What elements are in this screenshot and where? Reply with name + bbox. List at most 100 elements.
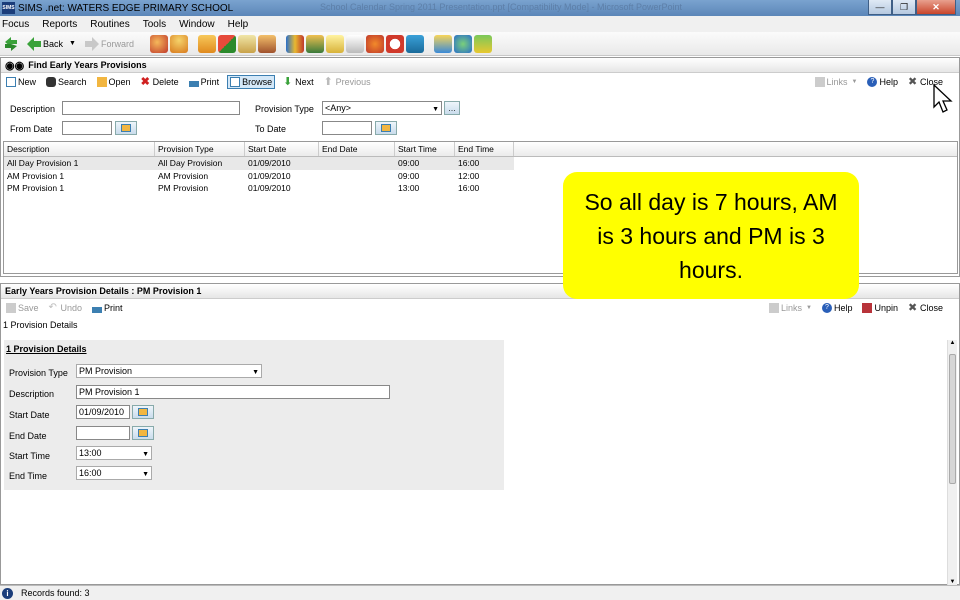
next-button[interactable]: ⬇ Next: [281, 76, 316, 88]
column-header-end-time[interactable]: End Time: [455, 142, 514, 156]
column-header-end-date[interactable]: End Date: [319, 142, 395, 156]
note-edit-icon[interactable]: [345, 34, 364, 53]
forward-button[interactable]: Forward: [84, 36, 134, 52]
details-print-button[interactable]: Print: [90, 302, 125, 314]
details-scrollbar[interactable]: ▲ ▼: [947, 340, 957, 585]
start-date-calendar-button[interactable]: [132, 405, 154, 419]
provision-details-nav-link[interactable]: 1 Provision Details: [3, 320, 78, 330]
unpin-label: Unpin: [874, 303, 898, 313]
start-time-label: Start Time: [9, 451, 51, 461]
window-close-button[interactable]: ✕: [916, 0, 956, 15]
to-date-calendar-button[interactable]: [375, 121, 397, 135]
end-time-label: End Time: [9, 471, 48, 481]
from-date-calendar-button[interactable]: [115, 121, 137, 135]
provision-type-label: Provision Type: [9, 368, 68, 378]
mouse-cursor-icon: [933, 83, 953, 113]
find-command-bar: New Search Open ✖ Delete Print Browse ⬇ Ne…: [1, 73, 959, 91]
column-header-description[interactable]: Description: [4, 142, 155, 156]
provision-type-select[interactable]: PM Provision ▼: [76, 364, 262, 378]
chart-book-icon[interactable]: [305, 34, 324, 53]
search-button[interactable]: Search: [44, 76, 89, 88]
menu-focus[interactable]: Focus: [2, 19, 29, 30]
provision-type-filter-select[interactable]: <Any> ▼: [322, 101, 442, 115]
title-bar: SIMS SIMS .net: WATERS EDGE PRIMARY SCHO…: [0, 0, 960, 16]
flag-icon[interactable]: [217, 34, 236, 53]
find-panel-header: ◉◉ Find Early Years Provisions: [1, 58, 959, 73]
unpin-button[interactable]: Unpin: [860, 302, 900, 314]
details-help-button[interactable]: ? Help: [820, 302, 855, 314]
minimize-button[interactable]: —: [868, 0, 892, 15]
back-button[interactable]: Back: [26, 36, 63, 52]
scroll-thumb[interactable]: [949, 354, 956, 484]
new-label: New: [18, 77, 37, 87]
undo-label: Undo: [60, 303, 83, 313]
annotation-callout: So all day is 7 hours, AM is 3 hours and…: [563, 172, 859, 299]
new-document-icon: [6, 77, 16, 87]
next-arrow-icon: ⬇: [283, 76, 293, 88]
end-date-calendar-button[interactable]: [132, 426, 154, 440]
scroll-up-icon[interactable]: ▲: [948, 340, 957, 346]
help-icon: ?: [867, 77, 878, 87]
award-icon[interactable]: [365, 34, 384, 53]
links-icon: [814, 77, 825, 87]
previous-button[interactable]: ⬆ Previous: [322, 76, 373, 88]
links-button[interactable]: Links ▼: [813, 76, 860, 88]
start-date-input[interactable]: 01/09/2010: [76, 405, 130, 419]
switch-window-icon[interactable]: [433, 34, 452, 53]
new-button[interactable]: New: [4, 76, 38, 88]
start-date-label: Start Date: [9, 410, 50, 420]
menu-help[interactable]: Help: [228, 19, 249, 30]
column-header-provision-type[interactable]: Provision Type: [155, 142, 245, 156]
column-header-start-date[interactable]: Start Date: [245, 142, 319, 156]
menu-reports[interactable]: Reports: [42, 19, 77, 30]
menu-window[interactable]: Window: [179, 19, 215, 30]
restore-button[interactable]: ❐: [892, 0, 916, 15]
undo-button[interactable]: ↶ Undo: [47, 302, 85, 314]
fish-icon[interactable]: [405, 34, 424, 53]
description-input[interactable]: PM Provision 1: [76, 385, 390, 399]
ellipsis-icon: …: [448, 103, 456, 113]
menu-routines[interactable]: Routines: [90, 19, 129, 30]
previous-arrow-icon: ⬆: [323, 76, 333, 88]
from-date-input[interactable]: [62, 121, 112, 135]
cell-start-time: 09:00: [398, 158, 420, 168]
cell-description: All Day Provision 1: [7, 158, 79, 168]
help-button[interactable]: ? Help: [865, 76, 900, 88]
column-header-start-time[interactable]: Start Time: [395, 142, 455, 156]
document-icon[interactable]: [325, 34, 344, 53]
save-button[interactable]: Save: [4, 302, 41, 314]
refresh-icon[interactable]: [3, 36, 19, 52]
money-icon[interactable]: [473, 34, 492, 53]
background-window-title: School Calendar Spring 2011 Presentation…: [320, 2, 683, 12]
end-date-label: End Date: [9, 431, 47, 441]
details-links-button[interactable]: Links ▼: [767, 302, 814, 314]
menu-tools[interactable]: Tools: [143, 19, 166, 30]
details-close-button[interactable]: ✖ Close: [906, 302, 945, 314]
to-date-input[interactable]: [322, 121, 372, 135]
books-icon[interactable]: [285, 34, 304, 53]
end-time-value: 16:00: [79, 468, 102, 478]
table-row[interactable]: All Day Provision 1 All Day Provision 01…: [4, 157, 514, 170]
description-filter-input[interactable]: [62, 101, 240, 115]
end-time-select[interactable]: 16:00 ▼: [76, 466, 152, 480]
delete-button[interactable]: ✖ Delete: [139, 76, 181, 88]
globe-icon[interactable]: [453, 34, 472, 53]
mail-icon[interactable]: [237, 34, 256, 53]
end-date-input[interactable]: [76, 426, 130, 440]
start-time-select[interactable]: 13:00 ▼: [76, 446, 152, 460]
user-card-icon[interactable]: [257, 34, 276, 53]
ellipsis-button[interactable]: …: [444, 101, 460, 115]
open-button[interactable]: Open: [95, 76, 133, 88]
person-icon[interactable]: [169, 34, 188, 53]
back-dropdown-icon[interactable]: ▼: [69, 40, 76, 47]
previous-label: Previous: [335, 77, 371, 87]
people-icon[interactable]: [149, 34, 168, 53]
folder-icon[interactable]: [197, 34, 216, 53]
links-dropdown-icon: ▼: [806, 305, 812, 311]
close-icon: ✖: [907, 302, 918, 314]
cell-end-date: [319, 157, 395, 170]
browse-button[interactable]: Browse: [227, 75, 276, 89]
clock-icon[interactable]: [385, 34, 404, 53]
print-button[interactable]: Print: [187, 76, 222, 88]
binoculars-search-icon: [46, 77, 57, 87]
